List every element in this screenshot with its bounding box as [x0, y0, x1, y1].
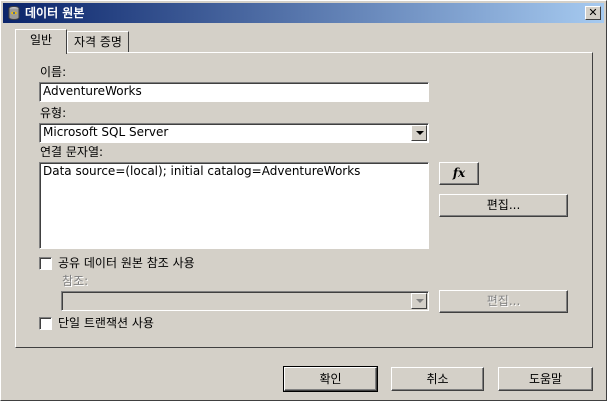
- connection-string-label: 연결 문자열:: [40, 145, 104, 159]
- shared-reference-checkbox[interactable]: [39, 257, 52, 270]
- tab-credentials-label: 자격 증명: [74, 35, 122, 49]
- ok-button[interactable]: 확인: [283, 366, 378, 392]
- close-icon: ✕: [588, 6, 598, 19]
- type-select[interactable]: Microsoft SQL Server: [39, 123, 429, 143]
- edit-button[interactable]: 편집...: [439, 194, 568, 217]
- title-bar[interactable]: 데이터 원본 ✕: [3, 3, 604, 23]
- reference-select[interactable]: [61, 291, 429, 311]
- help-button[interactable]: 도움말: [498, 367, 593, 391]
- type-select-value: Microsoft SQL Server: [43, 125, 169, 139]
- tab-general[interactable]: 일반: [15, 29, 67, 54]
- single-transaction-checkbox[interactable]: [39, 317, 52, 330]
- chevron-down-icon[interactable]: [411, 125, 427, 141]
- connection-string-textarea[interactable]: Data source=(local); initial catalog=Adv…: [39, 162, 429, 249]
- close-button[interactable]: ✕: [585, 6, 601, 20]
- cancel-button[interactable]: 취소: [391, 367, 484, 391]
- reference-label: 참조:: [62, 274, 89, 288]
- name-label: 이름:: [40, 65, 67, 79]
- data-source-dialog: 데이터 원본 ✕ 일반 자격 증명 이름: AdventureWorks 유형:…: [0, 0, 607, 401]
- single-transaction-label: 단일 트랜잭션 사용: [58, 316, 154, 330]
- reference-edit-button[interactable]: 편집...: [439, 290, 568, 313]
- name-input[interactable]: AdventureWorks: [39, 82, 429, 102]
- type-label: 유형:: [40, 106, 67, 120]
- chevron-down-icon[interactable]: [411, 293, 427, 309]
- data-source-icon: [8, 6, 20, 20]
- tab-credentials[interactable]: 자격 증명: [67, 31, 129, 53]
- tab-general-label: 일반: [29, 33, 53, 47]
- function-icon: fx: [452, 166, 466, 180]
- expression-button[interactable]: fx: [439, 162, 479, 185]
- window-title: 데이터 원본: [25, 6, 85, 20]
- general-panel: 이름: AdventureWorks 유형: Microsoft SQL Ser…: [15, 52, 593, 348]
- shared-reference-label: 공유 데이터 원본 참조 사용: [58, 256, 195, 270]
